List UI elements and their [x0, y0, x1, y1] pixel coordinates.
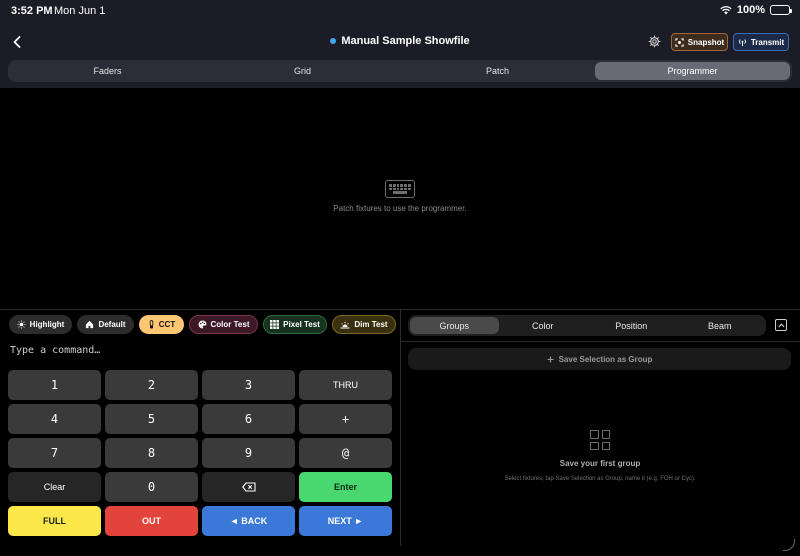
key-plus[interactable]: + [299, 404, 392, 434]
key-6[interactable]: 6 [202, 404, 295, 434]
broadcast-icon [738, 38, 746, 46]
plus-icon [547, 356, 554, 362]
house-icon [86, 320, 94, 329]
snapshot-label: Snapshot [687, 37, 725, 47]
showfile-title-text: Manual Sample Showfile [341, 35, 470, 47]
thermometer-icon [149, 320, 154, 329]
test-chips: Highlight Default CCT Color Test Pixel T… [9, 315, 396, 334]
keypad: 1 2 3 THRU 4 5 6 + 7 8 9 @ Clear 0 Enter… [8, 370, 392, 536]
groups-grid-icon [590, 430, 610, 450]
status-dot [330, 38, 337, 44]
panel-divider-vertical [400, 310, 401, 546]
default-label: Default [98, 320, 126, 329]
sunrise-icon [340, 321, 350, 328]
tab-faders[interactable]: Faders [10, 62, 205, 80]
sun-icon [17, 320, 26, 329]
key-1[interactable]: 1 [8, 370, 101, 400]
empty-state-message: Patch fixtures to use the programmer. [333, 204, 467, 213]
save-selection-button[interactable]: Save Selection as Group [408, 348, 791, 370]
snapshot-icon [675, 37, 684, 47]
resize-handle[interactable] [783, 539, 795, 551]
groups-divider [401, 341, 800, 342]
pixel-test-label: Pixel Test [283, 320, 320, 329]
key-thru[interactable]: THRU [299, 370, 392, 400]
attribute-tabs: Groups Color Position Beam [408, 315, 766, 336]
next-step-button[interactable]: NEXT ► [299, 506, 392, 536]
command-input[interactable]: Type a command… [10, 345, 100, 356]
tab-position[interactable]: Position [587, 317, 676, 334]
dim-test-label: Dim Test [354, 320, 388, 329]
settings-button[interactable] [646, 33, 662, 49]
key-8[interactable]: 8 [105, 438, 198, 468]
full-button[interactable]: FULL [8, 506, 101, 536]
highlight-chip[interactable]: Highlight [9, 315, 72, 334]
key-at[interactable]: @ [299, 438, 392, 468]
gear-icon [648, 35, 660, 47]
collapse-button[interactable] [775, 319, 787, 331]
keyboard-icon [385, 180, 415, 198]
status-bar: 3:52 PM Mon Jun 1 100% [0, 0, 800, 22]
wifi-icon [720, 5, 732, 14]
key-2[interactable]: 2 [105, 370, 198, 400]
key-5[interactable]: 5 [105, 404, 198, 434]
enter-button[interactable]: Enter [299, 472, 392, 502]
tab-grid[interactable]: Grid [205, 62, 400, 80]
cct-label: CCT [158, 320, 176, 329]
tab-groups[interactable]: Groups [410, 317, 499, 334]
status-right: 100% [720, 4, 792, 16]
save-selection-label: Save Selection as Group [558, 354, 653, 364]
backspace-button[interactable] [202, 472, 295, 502]
out-button[interactable]: OUT [105, 506, 198, 536]
color-test-label: Color Test [210, 320, 250, 329]
cct-chip[interactable]: CCT [139, 315, 184, 334]
chevron-up-icon [777, 322, 785, 327]
key-7[interactable]: 7 [8, 438, 101, 468]
first-group-hint: Select fixtures, tap Save Selection as G… [504, 476, 696, 482]
key-3[interactable]: 3 [202, 370, 295, 400]
battery-percent: 100% [736, 4, 765, 16]
tab-beam[interactable]: Beam [676, 317, 765, 334]
main-tabs: Faders Grid Patch Programmer [8, 60, 792, 82]
dim-test-chip[interactable]: Dim Test [332, 315, 396, 334]
palette-icon [198, 320, 206, 329]
backspace-icon [241, 482, 256, 492]
key-0[interactable]: 0 [105, 472, 198, 502]
tab-patch[interactable]: Patch [400, 62, 595, 80]
default-chip[interactable]: Default [77, 315, 134, 334]
key-4[interactable]: 4 [8, 404, 101, 434]
clear-button[interactable]: Clear [8, 472, 101, 502]
status-date: Mon Jun 1 [54, 5, 106, 17]
color-test-chip[interactable]: Color Test [189, 315, 258, 334]
grid-icon [270, 320, 280, 329]
pixel-test-chip[interactable]: Pixel Test [263, 315, 327, 334]
transmit-button[interactable]: Transmit [733, 33, 789, 51]
highlight-label: Highlight [29, 320, 65, 329]
first-group-title: Save your first group [559, 459, 641, 468]
tab-programmer[interactable]: Programmer [595, 62, 790, 80]
programmer-empty-state: Patch fixtures to use the programmer. [0, 180, 800, 213]
transmit-label: Transmit [750, 37, 785, 47]
status-time: 3:52 PM [11, 5, 53, 17]
tab-color[interactable]: Color [499, 317, 588, 334]
back-step-button[interactable]: ◄ BACK [202, 506, 295, 536]
snapshot-button[interactable]: Snapshot [671, 33, 728, 51]
battery-icon [770, 5, 792, 15]
nav-bar: Manual Sample Showfile Snapshot Transmit [0, 28, 800, 56]
key-9[interactable]: 9 [202, 438, 295, 468]
